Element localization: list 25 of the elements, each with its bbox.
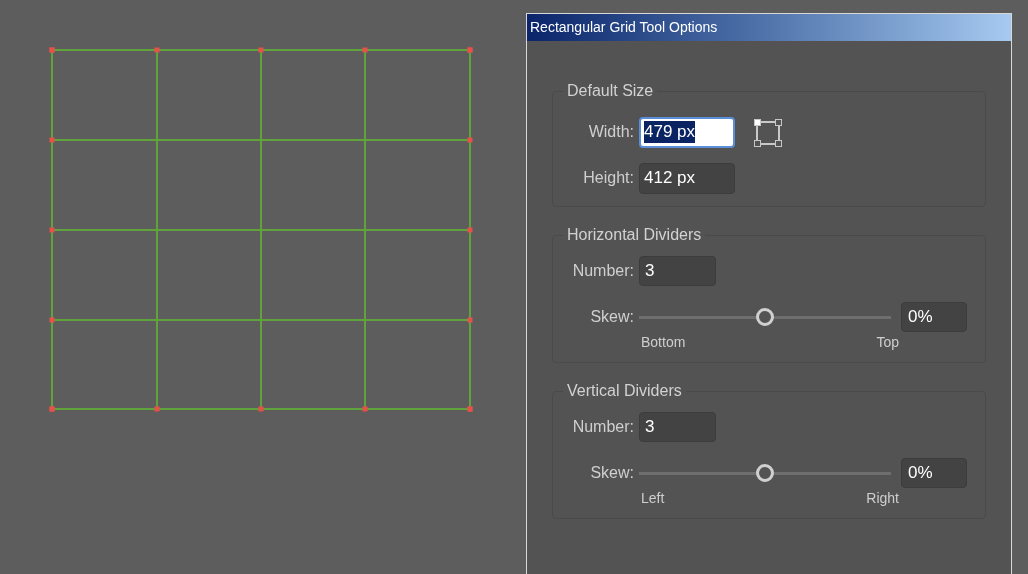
field-label: Width: [587, 122, 635, 142]
number-field[interactable]: 3 [639, 412, 716, 442]
field-label: Skew: [589, 307, 635, 327]
skew-slider[interactable] [639, 307, 891, 327]
size-field[interactable]: 479 px [639, 116, 735, 148]
group-title: Vertical Dividers [566, 381, 683, 401]
skew-field[interactable]: 0% [901, 458, 967, 488]
field-label: Number: [571, 417, 635, 437]
group-title: Horizontal Dividers [566, 225, 703, 245]
window-title: Rectangular Grid Tool Options [527, 14, 1011, 41]
slider-min-label: Bottom [641, 333, 686, 352]
field-label: Skew: [589, 463, 635, 483]
field-label: Height: [582, 168, 635, 188]
number-field[interactable]: 3 [639, 256, 716, 286]
skew-slider[interactable] [639, 463, 891, 483]
group-title: Default Size [566, 81, 655, 101]
slider-max-label: Right [866, 489, 899, 508]
field-label: Number: [571, 261, 635, 281]
skew-field[interactable]: 0% [901, 302, 967, 332]
slider-thumb[interactable] [756, 464, 774, 482]
slider-thumb[interactable] [756, 308, 774, 326]
slider-min-label: Left [641, 489, 665, 508]
slider-max-label: Top [876, 333, 899, 352]
size-field[interactable]: 412 px [639, 162, 735, 194]
constrain-proportions-icon[interactable] [754, 119, 782, 148]
